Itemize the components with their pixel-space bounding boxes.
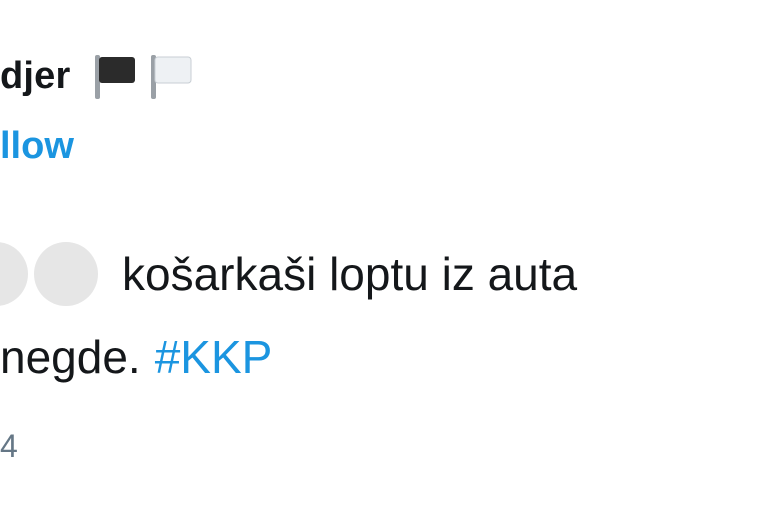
white-flag-icon	[145, 53, 195, 99]
tweet-text: košarkaši loptu iz auta	[122, 248, 578, 300]
author-row: djer	[0, 52, 195, 100]
hashtag-link[interactable]: #KKP	[155, 330, 273, 384]
tweet-card: djer llow košarkaši loptu iz auta negde.…	[0, 0, 765, 510]
tweet-timestamp[interactable]: 4	[0, 428, 18, 465]
follow-button[interactable]: llow	[0, 125, 74, 168]
black-flag-icon	[89, 53, 139, 99]
tweet-text-line-1: košarkaši loptu iz auta	[0, 240, 577, 308]
author-display-name[interactable]: djer	[0, 55, 71, 98]
tweet-text: negde.	[0, 331, 141, 383]
tweet-text-line-2: negde. #KKP	[0, 326, 272, 388]
emoji-placeholder-icon	[0, 242, 28, 306]
emoji-placeholder-icon	[34, 242, 98, 306]
